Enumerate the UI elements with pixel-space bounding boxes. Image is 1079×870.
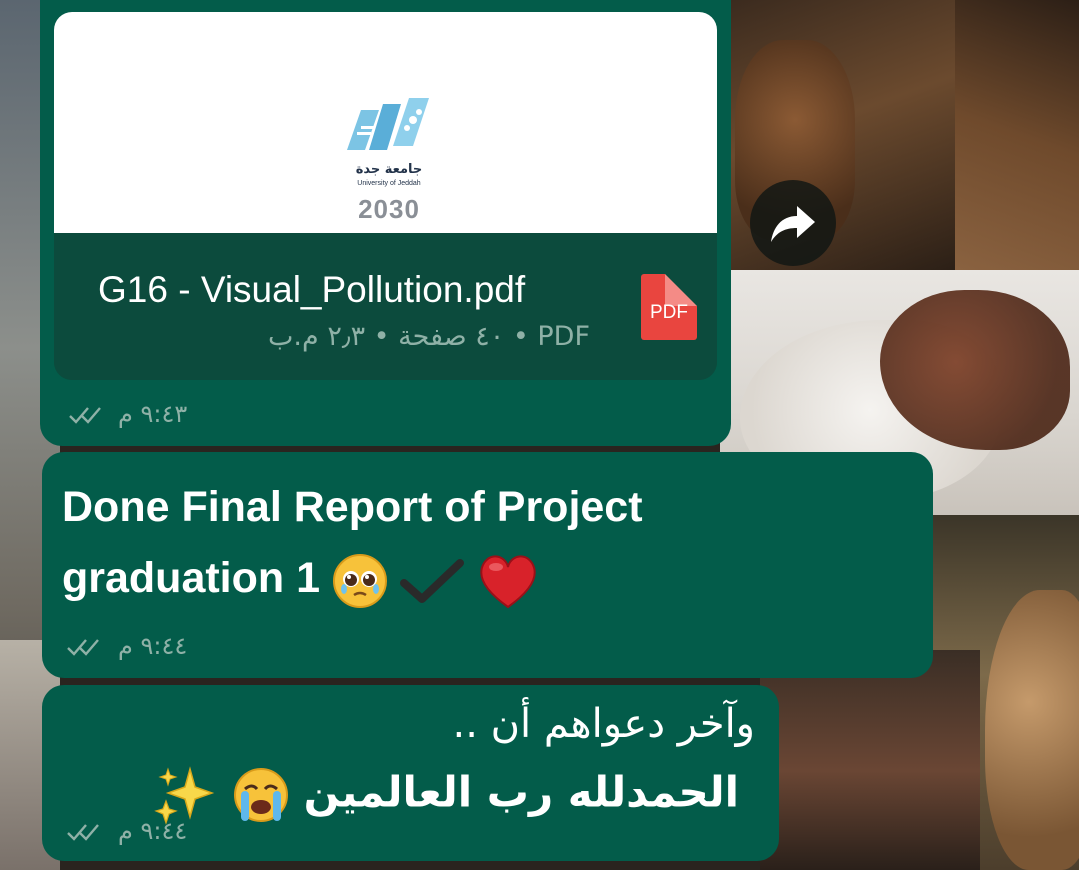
text-message-bubble[interactable]: Done Final Report of Project graduation … <box>42 452 933 678</box>
message-time: ٩:٤٤ م <box>118 817 188 845</box>
red-heart-icon <box>480 555 536 608</box>
logo-english-text: University of Jeddah <box>357 180 421 187</box>
university-logo-icon <box>347 98 429 150</box>
text-message-bubble[interactable]: وآخر دعواهم أن .. الحمدلله رب العالمين ٩… <box>42 685 779 861</box>
wallpaper-tile <box>760 650 980 870</box>
pdf-file-icon: PDF <box>641 274 697 340</box>
pdf-preview-thumbnail[interactable]: جامعة جدة University of Jeddah 2030 <box>54 12 717 233</box>
pdf-filename: G16 - Visual_Pollution.pdf <box>98 269 526 310</box>
pdf-badge-label: PDF <box>650 302 688 323</box>
message-line: الحمدلله رب العالمين <box>154 765 739 825</box>
vision-2030-text: 2030 <box>358 194 420 224</box>
message-time: ٩:٤٣ م <box>118 400 188 428</box>
logo-arabic-text: جامعة جدة <box>355 162 423 177</box>
pdf-info-bar[interactable]: G16 - Visual_Pollution.pdf ٤٠ صفحة • ٢٫٣… <box>54 233 717 380</box>
pdf-attachment-card[interactable]: جامعة جدة University of Jeddah 2030 G16 … <box>54 12 717 380</box>
forward-arrow-icon <box>771 206 815 242</box>
wallpaper-tile <box>955 0 1079 270</box>
message-text: Done Final Report of Project graduation … <box>62 472 643 614</box>
double-check-icon <box>67 639 99 656</box>
forward-button[interactable] <box>750 180 836 266</box>
loudly-crying-face-icon <box>233 768 288 822</box>
sparkles-icon <box>154 766 215 825</box>
check-mark-icon <box>399 558 464 603</box>
pdf-message-bubble[interactable]: جامعة جدة University of Jeddah 2030 G16 … <box>40 0 731 446</box>
message-line: وآخر دعواهم أن .. <box>452 701 755 747</box>
pleading-face-icon <box>332 553 387 608</box>
message-line: graduation 1 <box>62 554 321 602</box>
message-line-text: الحمدلله رب العالمين <box>303 767 739 817</box>
pdf-meta: ٤٠ صفحة • ٢٫٣ م.ب • PDF <box>268 321 590 352</box>
double-check-icon <box>67 824 99 841</box>
university-logo: جامعة جدة University of Jeddah 2030 <box>339 90 439 230</box>
message-time: ٩:٤٤ م <box>118 632 188 660</box>
message-line: Done Final Report of Project <box>62 483 643 531</box>
double-check-icon <box>69 407 101 424</box>
